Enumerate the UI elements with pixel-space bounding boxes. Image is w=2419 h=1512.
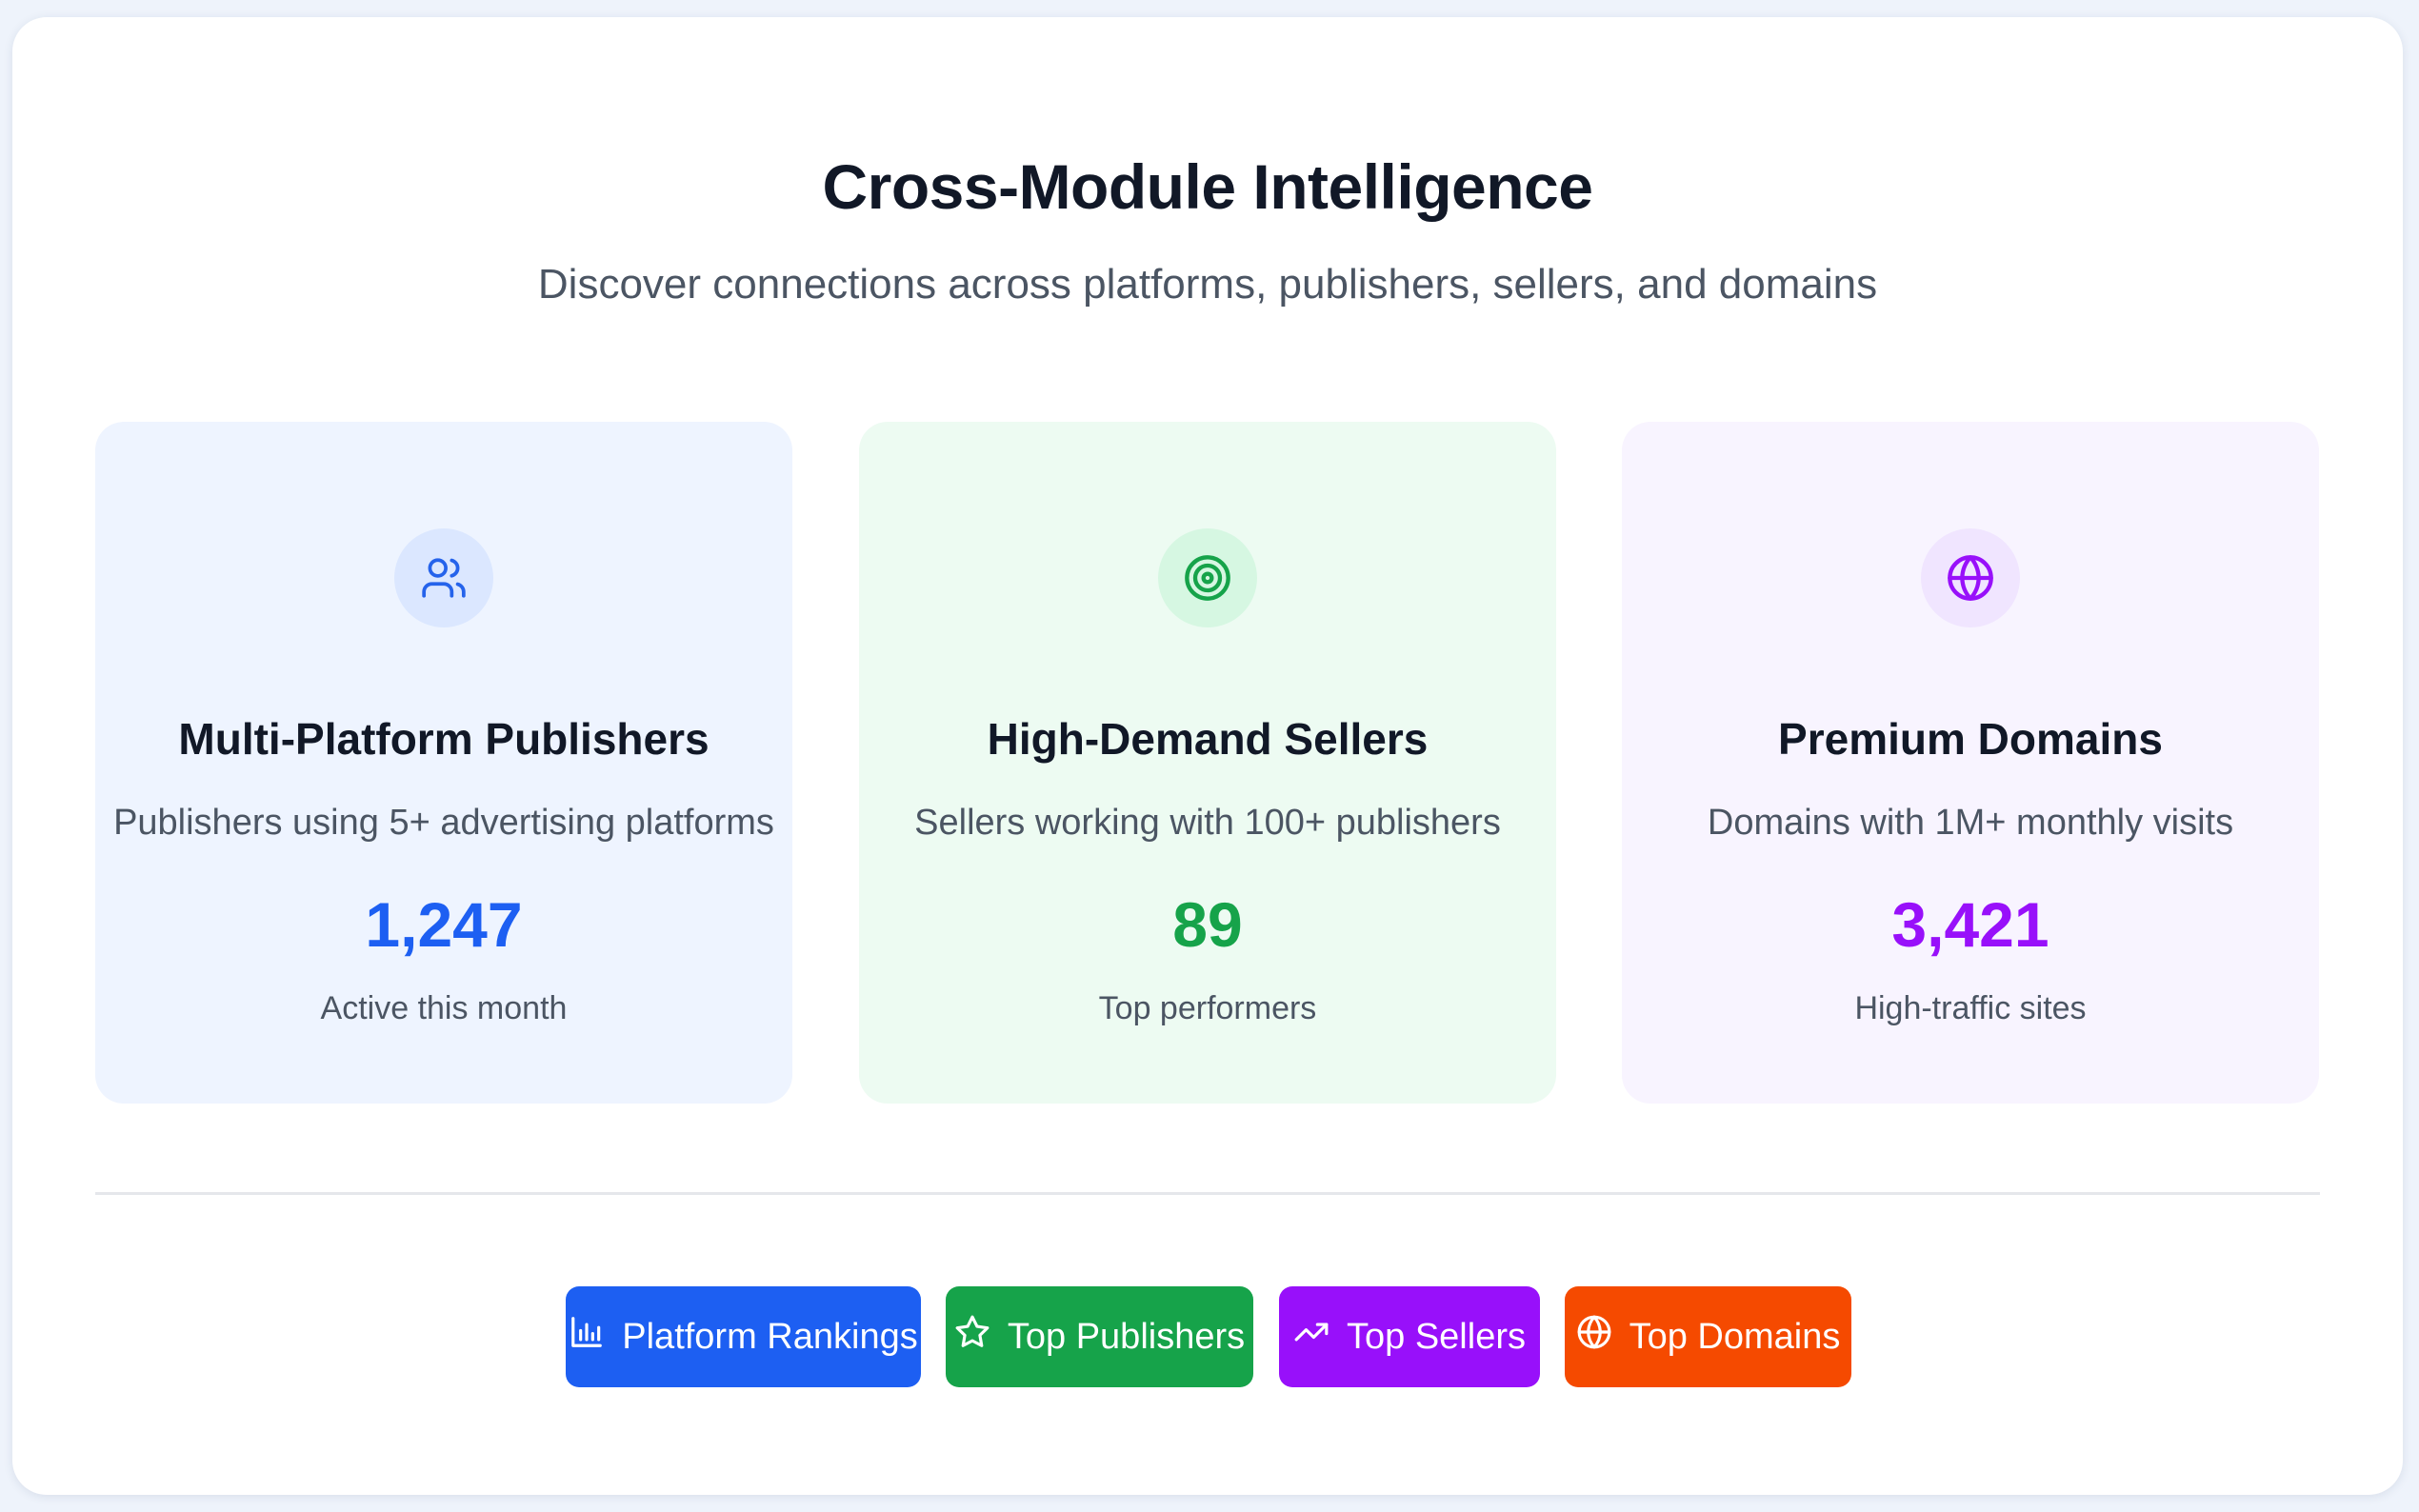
top-publishers-button[interactable]: Top Publishers <box>946 1286 1253 1387</box>
card-value: 3,421 <box>1891 889 2049 960</box>
star-icon <box>954 1314 990 1360</box>
card-value: 89 <box>1172 889 1243 960</box>
card-caption: Active this month <box>320 990 568 1026</box>
target-icon <box>1158 528 1257 627</box>
button-label: Top Publishers <box>1007 1316 1246 1357</box>
card-caption: High-traffic sites <box>1854 990 2087 1026</box>
bar-chart-icon <box>569 1314 605 1360</box>
card-title: Premium Domains <box>1778 714 2163 764</box>
card-caption: Top performers <box>1098 990 1317 1026</box>
section-divider <box>95 1192 2320 1195</box>
intelligence-panel: Cross-Module Intelligence Discover conne… <box>12 17 2403 1495</box>
platform-rankings-button[interactable]: Platform Rankings <box>566 1286 921 1387</box>
users-icon <box>394 528 493 627</box>
trending-up-icon <box>1293 1314 1329 1360</box>
button-label: Platform Rankings <box>622 1316 918 1357</box>
card-title: Multi-Platform Publishers <box>178 714 710 764</box>
card-premium-domains[interactable]: Premium Domains Domains with 1M+ monthly… <box>1622 422 2319 1104</box>
card-description: Publishers using 5+ advertising platform… <box>113 803 774 843</box>
card-title: High-Demand Sellers <box>987 714 1429 764</box>
card-multi-platform-publishers[interactable]: Multi-Platform Publishers Publishers usi… <box>95 422 792 1104</box>
top-domains-button[interactable]: Top Domains <box>1565 1286 1851 1387</box>
card-high-demand-sellers[interactable]: High-Demand Sellers Sellers working with… <box>859 422 1556 1104</box>
card-value: 1,247 <box>365 889 523 960</box>
globe-icon <box>1576 1314 1612 1360</box>
globe-icon <box>1921 528 2020 627</box>
button-label: Top Sellers <box>1347 1316 1526 1357</box>
card-description: Sellers working with 100+ publishers <box>914 803 1501 843</box>
button-label: Top Domains <box>1629 1316 1841 1357</box>
page-title: Cross-Module Intelligence <box>822 151 1593 222</box>
top-sellers-button[interactable]: Top Sellers <box>1279 1286 1540 1387</box>
card-description: Domains with 1M+ monthly visits <box>1707 803 2234 843</box>
page-subtitle: Discover connections across platforms, p… <box>537 261 1878 308</box>
